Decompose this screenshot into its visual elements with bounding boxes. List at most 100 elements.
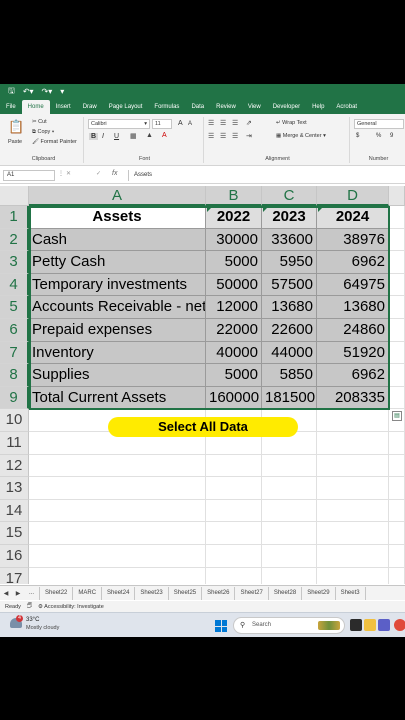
tab-help[interactable]: Help	[306, 100, 330, 114]
table-cell[interactable]: 13680	[317, 296, 389, 319]
empty-cell[interactable]	[389, 251, 405, 274]
font-size-select[interactable]: 11	[152, 119, 172, 129]
empty-cell[interactable]	[317, 522, 389, 545]
empty-cell[interactable]	[317, 432, 389, 455]
align-bottom-icon[interactable]: ☰	[232, 119, 238, 127]
error-indicator-icon[interactable]	[318, 207, 323, 212]
table-header-cell[interactable]: 2023	[262, 206, 317, 229]
empty-cell[interactable]	[389, 364, 405, 387]
italic-button[interactable]: I	[102, 133, 104, 140]
save-icon[interactable]: 🖫	[8, 85, 15, 99]
table-header-cell[interactable]: 2024	[317, 206, 389, 229]
quick-analysis-icon[interactable]: ▤	[392, 411, 402, 422]
tab-file[interactable]: File	[0, 100, 22, 114]
sheet-tab[interactable]: Sheet29	[302, 586, 336, 600]
empty-cell[interactable]	[29, 522, 206, 545]
table-cell[interactable]: 33600	[262, 228, 317, 252]
undo-icon[interactable]: ↶▾	[23, 87, 34, 96]
grow-font-button[interactable]: A	[178, 120, 183, 127]
empty-cell[interactable]	[389, 432, 405, 455]
table-cell[interactable]: 181500	[262, 386, 317, 410]
align-left-icon[interactable]: ☰	[208, 132, 214, 140]
align-right-icon[interactable]: ☰	[232, 132, 238, 140]
merge-center-button[interactable]: ▦ Merge & Center ▾	[276, 133, 326, 139]
name-box[interactable]: A1	[3, 170, 55, 181]
insert-function-icon[interactable]: fx	[112, 170, 117, 177]
row-header-15[interactable]: 15	[0, 522, 29, 545]
table-cell[interactable]: 38976	[317, 228, 389, 252]
empty-cell[interactable]	[29, 454, 206, 478]
table-cell[interactable]: 50000	[206, 273, 262, 297]
empty-cell[interactable]	[389, 228, 405, 252]
number-format-select[interactable]: General	[354, 119, 404, 129]
task-view-icon[interactable]	[350, 619, 362, 631]
file-explorer-icon[interactable]	[364, 619, 376, 631]
shrink-font-button[interactable]: A	[188, 121, 192, 127]
sheet-tab[interactable]: Sheet3	[336, 586, 366, 600]
table-cell[interactable]: 22000	[206, 319, 262, 342]
sheet-tab[interactable]: Sheet24	[102, 586, 136, 600]
table-cell[interactable]: Accounts Receivable - net	[29, 296, 206, 319]
wrap-text-button[interactable]: ↵ Wrap Text	[276, 120, 307, 126]
row-header-3[interactable]: 3	[0, 251, 29, 274]
empty-cell[interactable]	[389, 206, 405, 229]
empty-cell[interactable]	[389, 522, 405, 545]
empty-cell[interactable]	[389, 341, 405, 365]
cut-button[interactable]: ✂ Cut	[32, 119, 47, 125]
cancel-icon[interactable]: ✕	[66, 170, 71, 177]
tab-insert[interactable]: Insert	[50, 100, 77, 114]
tab-page-layout[interactable]: Page Layout	[103, 100, 149, 114]
table-cell[interactable]: Temporary investments	[29, 273, 206, 297]
table-cell[interactable]: 5000	[206, 364, 262, 387]
empty-cell[interactable]	[29, 477, 206, 500]
table-header-cell[interactable]: Assets	[29, 206, 206, 229]
empty-cell[interactable]	[317, 477, 389, 500]
table-cell[interactable]: Total Current Assets	[29, 386, 206, 410]
currency-button[interactable]: $	[356, 133, 359, 139]
empty-cell[interactable]	[262, 522, 317, 545]
paste-button[interactable]: Paste	[8, 139, 22, 145]
table-cell[interactable]: 160000	[206, 386, 262, 410]
tab-acrobat[interactable]: Acrobat	[330, 100, 363, 114]
empty-cell[interactable]	[389, 319, 405, 342]
accessibility-status[interactable]: ⚙ Accessibility: Investigate	[38, 604, 104, 610]
sheet-tab[interactable]: Sheet25	[169, 586, 203, 600]
table-cell[interactable]: 57500	[262, 273, 317, 297]
empty-cell[interactable]	[389, 386, 405, 410]
empty-cell[interactable]	[389, 454, 405, 478]
row-header-4[interactable]: 4	[0, 273, 29, 297]
empty-cell[interactable]	[206, 454, 262, 478]
empty-cell[interactable]	[29, 567, 206, 584]
next-sheet-icon[interactable]: ▶	[12, 590, 24, 597]
table-header-cell[interactable]: 2022	[206, 206, 262, 229]
empty-cell[interactable]	[262, 477, 317, 500]
tab-developer[interactable]: Developer	[267, 100, 306, 114]
sheet-tab[interactable]: Sheet22	[40, 586, 74, 600]
empty-cell[interactable]	[262, 454, 317, 478]
table-cell[interactable]: 208335	[317, 386, 389, 410]
row-header-9[interactable]: 9	[0, 386, 29, 410]
column-header-e[interactable]	[389, 186, 405, 206]
sheet-tab[interactable]: Sheet27	[235, 586, 269, 600]
table-cell[interactable]: Supplies	[29, 364, 206, 387]
row-header-10[interactable]: 10	[0, 409, 29, 432]
sheet-tab[interactable]: Sheet23	[135, 586, 169, 600]
empty-cell[interactable]	[389, 567, 405, 584]
format-painter-button[interactable]: 🖌 Format Painter	[32, 139, 77, 145]
error-indicator-icon[interactable]	[263, 207, 268, 212]
table-cell[interactable]: 13680	[262, 296, 317, 319]
table-cell[interactable]: Inventory	[29, 341, 206, 365]
tab-home[interactable]: Home	[21, 100, 50, 114]
row-header-14[interactable]: 14	[0, 499, 29, 523]
empty-cell[interactable]	[389, 477, 405, 500]
table-cell[interactable]: 30000	[206, 228, 262, 252]
tab-formulas[interactable]: Formulas	[148, 100, 185, 114]
comma-button[interactable]: 9	[390, 133, 393, 139]
align-middle-icon[interactable]: ☰	[220, 119, 226, 127]
table-cell[interactable]: 40000	[206, 341, 262, 365]
prev-sheet-icon[interactable]: ◀	[0, 590, 12, 597]
teams-icon[interactable]	[378, 619, 390, 631]
percent-button[interactable]: %	[376, 133, 381, 139]
indent-icon[interactable]: ⇥	[246, 132, 252, 140]
row-header-5[interactable]: 5	[0, 296, 29, 319]
